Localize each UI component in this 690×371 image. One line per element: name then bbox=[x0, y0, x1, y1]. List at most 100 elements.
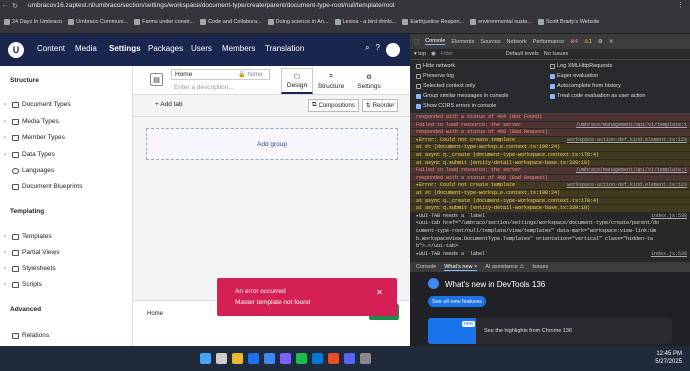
section-packages[interactable]: Packages bbox=[148, 44, 183, 53]
console-setting-checkbox[interactable]: Preserve log bbox=[416, 73, 454, 79]
description-input[interactable]: Enter a description... bbox=[171, 82, 270, 93]
console-setting-checkbox[interactable]: Eager evaluation bbox=[550, 73, 598, 79]
sidebar-item-stylesheets[interactable]: › Stylesheets bbox=[4, 265, 56, 272]
checkbox-icon[interactable] bbox=[416, 83, 421, 89]
chevron-right-icon[interactable]: › bbox=[4, 282, 9, 288]
tab-elements[interactable]: Elements bbox=[451, 39, 474, 45]
checkbox-icon[interactable] bbox=[416, 103, 421, 109]
section-translation[interactable]: Translation bbox=[265, 44, 304, 53]
drawer-tab-issues[interactable]: Issues bbox=[532, 264, 548, 270]
checkbox-icon[interactable] bbox=[550, 93, 555, 99]
chevron-right-icon[interactable]: › bbox=[4, 135, 9, 141]
document-type-icon[interactable]: ▤ bbox=[150, 73, 163, 86]
sidebar-item-languages[interactable]: Languages bbox=[4, 167, 54, 174]
bookmark-item[interactable]: Doing science in An... bbox=[267, 19, 329, 25]
avatar[interactable]: U bbox=[386, 43, 400, 57]
bookmark-item[interactable]: 24 Days In Umbraco bbox=[4, 19, 62, 25]
search-icon[interactable] bbox=[216, 353, 227, 364]
help-icon[interactable]: ? bbox=[376, 43, 380, 57]
section-users[interactable]: Users bbox=[191, 44, 212, 53]
console-source-link[interactable]: /umbraco/management/api/v1/template:1 bbox=[576, 122, 687, 129]
clock[interactable]: 12:45 PM 5/27/2025 bbox=[655, 350, 682, 366]
chevron-right-icon[interactable]: › bbox=[4, 102, 9, 108]
tab-settings[interactable]: ⚙ Settings bbox=[353, 68, 385, 94]
console-setting-checkbox[interactable]: Autocomplete from history bbox=[550, 83, 621, 89]
chevron-right-icon[interactable]: › bbox=[4, 119, 9, 125]
windows-start-icon[interactable] bbox=[200, 353, 211, 364]
tab-console[interactable]: Console bbox=[425, 38, 446, 45]
console-source-link[interactable]: /umbraco/management/api/v1/template:1 bbox=[576, 167, 687, 174]
console-message[interactable]: ▸UUI-TAB needs a `label` index.js:538 bbox=[410, 213, 690, 220]
levels-dropdown[interactable]: Default levels bbox=[506, 51, 539, 57]
tab-structure[interactable]: ⌗ Structure bbox=[315, 68, 347, 94]
console-message[interactable]: at async q.submit (entity-detail-workspa… bbox=[410, 159, 690, 167]
warning-count-badge[interactable]: ⚠1 bbox=[584, 39, 592, 45]
console-setting-checkbox[interactable]: Treat code evaluation as user action bbox=[550, 93, 645, 99]
inspect-icon[interactable]: ⬚ bbox=[414, 39, 419, 45]
console-message[interactable]: responded with a status of 404 (Not Foun… bbox=[410, 114, 690, 121]
filter-input[interactable]: Filter bbox=[441, 51, 501, 57]
console-setting-checkbox[interactable]: Group similar messages in console bbox=[416, 93, 509, 99]
sidebar-item-document-blueprints[interactable]: Document Blueprints bbox=[4, 183, 82, 190]
close-icon[interactable]: ✕ bbox=[609, 39, 614, 45]
chrome-icon[interactable] bbox=[264, 353, 275, 364]
bookmark-item[interactable]: Code and Collabora... bbox=[200, 19, 262, 25]
chevron-right-icon[interactable]: › bbox=[4, 250, 9, 256]
close-icon[interactable]: ✕ bbox=[376, 288, 383, 297]
bookmark-item[interactable]: Umbraco Communi... bbox=[68, 19, 128, 25]
section-settings[interactable]: Settings bbox=[109, 44, 141, 53]
console-message[interactable]: Failed to load resource: the server/umbr… bbox=[410, 121, 690, 129]
chevron-right-icon[interactable]: › bbox=[4, 152, 9, 158]
console-source-link[interactable]: index.js:538 bbox=[651, 251, 687, 258]
console-message[interactable]: b">…</uui-tab> bbox=[410, 243, 690, 250]
drawer-tab-whats-new[interactable]: What's new × bbox=[444, 264, 478, 271]
alias-field[interactable]: 🔒 home bbox=[238, 69, 268, 80]
console-setting-checkbox[interactable]: Hide network bbox=[416, 63, 455, 69]
checkbox-icon[interactable] bbox=[416, 73, 421, 79]
section-media[interactable]: Media bbox=[75, 44, 97, 53]
discord-icon[interactable] bbox=[344, 353, 355, 364]
vscode-icon[interactable] bbox=[312, 353, 323, 364]
sidebar-item-partial-views[interactable]: › Partial Views bbox=[4, 249, 59, 256]
breadcrumb[interactable]: Home bbox=[147, 311, 163, 317]
sidebar-item-document-types[interactable]: › Document Types bbox=[4, 101, 71, 108]
checkbox-icon[interactable] bbox=[550, 73, 555, 79]
console-message[interactable]: ▸Error: Could not create template workspa… bbox=[410, 182, 690, 189]
console-message[interactable]: at async q._create (document-type-worksp… bbox=[410, 197, 690, 205]
add-tab-button[interactable]: + Add tab bbox=[155, 101, 183, 108]
sidebar-item-scripts[interactable]: › Scripts bbox=[4, 281, 42, 288]
console-message[interactable]: at async q.submit (entity-detail-workspa… bbox=[410, 205, 690, 212]
umbraco-logo-icon[interactable]: U bbox=[8, 42, 24, 58]
see-all-features-button[interactable]: See all new features bbox=[428, 296, 486, 307]
spotify-icon[interactable] bbox=[296, 353, 307, 364]
console-setting-checkbox[interactable]: Show CORS errors in console bbox=[416, 103, 496, 109]
reorder-button[interactable]: ⇅ Reorder bbox=[362, 99, 398, 112]
bookmark-item[interactable]: Scott Brady's Website bbox=[537, 19, 599, 25]
console-source-link[interactable]: workspace-action-def.kind.element.ts:123 bbox=[567, 137, 687, 144]
bookmark-item[interactable]: Earthjustice Respon... bbox=[402, 19, 464, 25]
tab-sources[interactable]: Sources bbox=[480, 39, 500, 45]
compositions-button[interactable]: ⧉ Compositions bbox=[308, 99, 359, 112]
console-message[interactable]: ▸Error: Could not create template workspa… bbox=[410, 136, 690, 144]
menu-icon[interactable]: ⋮ bbox=[677, 1, 684, 9]
search-icon[interactable]: ⌕ bbox=[365, 43, 369, 57]
bookmark-item[interactable]: Lexica - a bird drinki... bbox=[334, 19, 396, 25]
app-icon[interactable] bbox=[328, 353, 339, 364]
eye-icon[interactable]: ◉ bbox=[431, 51, 436, 57]
tab-design[interactable]: ▢ Design bbox=[281, 68, 313, 94]
drawer-tab-console[interactable]: Console bbox=[416, 264, 436, 270]
teams-icon[interactable] bbox=[280, 353, 291, 364]
sidebar-item-member-types[interactable]: › Member Types bbox=[4, 134, 65, 141]
bookmark-item[interactable]: Farms under constr... bbox=[134, 19, 194, 25]
back-icon[interactable]: ← bbox=[0, 2, 10, 9]
file-explorer-icon[interactable] bbox=[232, 353, 243, 364]
add-group-button[interactable]: Add group bbox=[146, 128, 398, 160]
console-source-link[interactable]: workspace-action-def.kind.element.ts:123 bbox=[567, 182, 687, 189]
gear-icon[interactable]: ⚙ bbox=[598, 39, 603, 45]
chevron-right-icon[interactable]: › bbox=[4, 266, 9, 272]
checkbox-icon[interactable] bbox=[416, 63, 421, 69]
issues-count[interactable]: No Issues bbox=[544, 51, 568, 57]
reload-icon[interactable]: ↻ bbox=[10, 2, 20, 10]
console-source-link[interactable]: index.js:538 bbox=[651, 213, 687, 220]
settings-icon[interactable] bbox=[360, 353, 371, 364]
